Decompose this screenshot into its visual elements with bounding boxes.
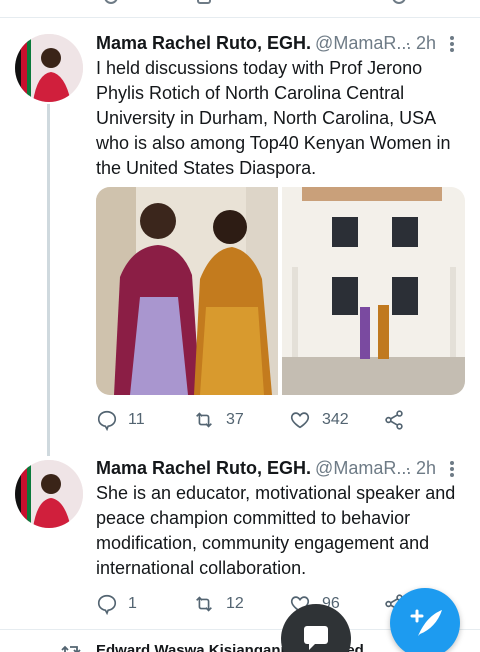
photo-two-women[interactable] [96, 187, 278, 395]
retweet-icon [61, 645, 81, 652]
share-icon[interactable] [392, 0, 406, 4]
tweet-header: Mama Rachel Ruto, EGH. @MamaR... · 2h [96, 458, 466, 480]
reply-button[interactable]: 1 [96, 593, 137, 615]
tweet-text: She is an educator, motivational speaker… [96, 483, 456, 578]
author-handle[interactable]: @MamaR... [315, 33, 411, 53]
tweet-header: Mama Rachel Ruto, EGH. @MamaR... · 2h [96, 33, 466, 55]
tweet-actions: 1 12 96 [96, 593, 426, 617]
author-handle[interactable]: @MamaR... [315, 458, 411, 478]
share-icon [385, 410, 403, 430]
thread-line [47, 104, 50, 456]
previous-tweet-actions [0, 0, 480, 8]
tweet-media[interactable] [96, 187, 465, 395]
reply-count: 11 [128, 411, 145, 428]
tweet-time[interactable]: · 2h [405, 33, 436, 54]
retweet-button[interactable]: 12 [192, 593, 244, 615]
author-name[interactable]: Mama Rachel Ruto, EGH. [96, 458, 311, 478]
retweet-count: 12 [226, 595, 244, 612]
retweet-button[interactable]: 37 [192, 409, 244, 431]
like-icon [290, 412, 310, 429]
messages-icon [304, 626, 328, 650]
avatar[interactable] [15, 460, 83, 528]
retweet-icon[interactable] [197, 0, 211, 4]
retweet-icon [196, 412, 212, 428]
more-icon[interactable] [444, 35, 460, 53]
retweet-count: 37 [226, 411, 244, 428]
tweet-time[interactable]: · 2h [405, 458, 436, 479]
retweet-icon [196, 596, 212, 612]
avatar[interactable] [15, 34, 83, 102]
reply-count: 1 [128, 595, 137, 612]
compose-tweet-button[interactable] [390, 588, 460, 652]
tweet-actions: 11 37 342 [96, 409, 426, 433]
share-button[interactable] [383, 409, 405, 431]
author-name[interactable]: Mama Rachel Ruto, EGH. [96, 33, 311, 53]
messages-fab[interactable] [281, 604, 351, 652]
compose-icon [410, 609, 442, 636]
reply-icon [97, 594, 117, 615]
reply-icon [97, 410, 117, 431]
reply-icon[interactable] [104, 0, 118, 4]
divider [0, 17, 480, 18]
more-icon[interactable] [444, 460, 460, 478]
like-count: 342 [322, 411, 349, 428]
reply-button[interactable]: 11 [96, 409, 145, 431]
tweet-text: I held discussions today with Prof Jeron… [96, 58, 451, 178]
like-button[interactable]: 342 [288, 409, 349, 431]
photo-building[interactable] [282, 187, 465, 395]
